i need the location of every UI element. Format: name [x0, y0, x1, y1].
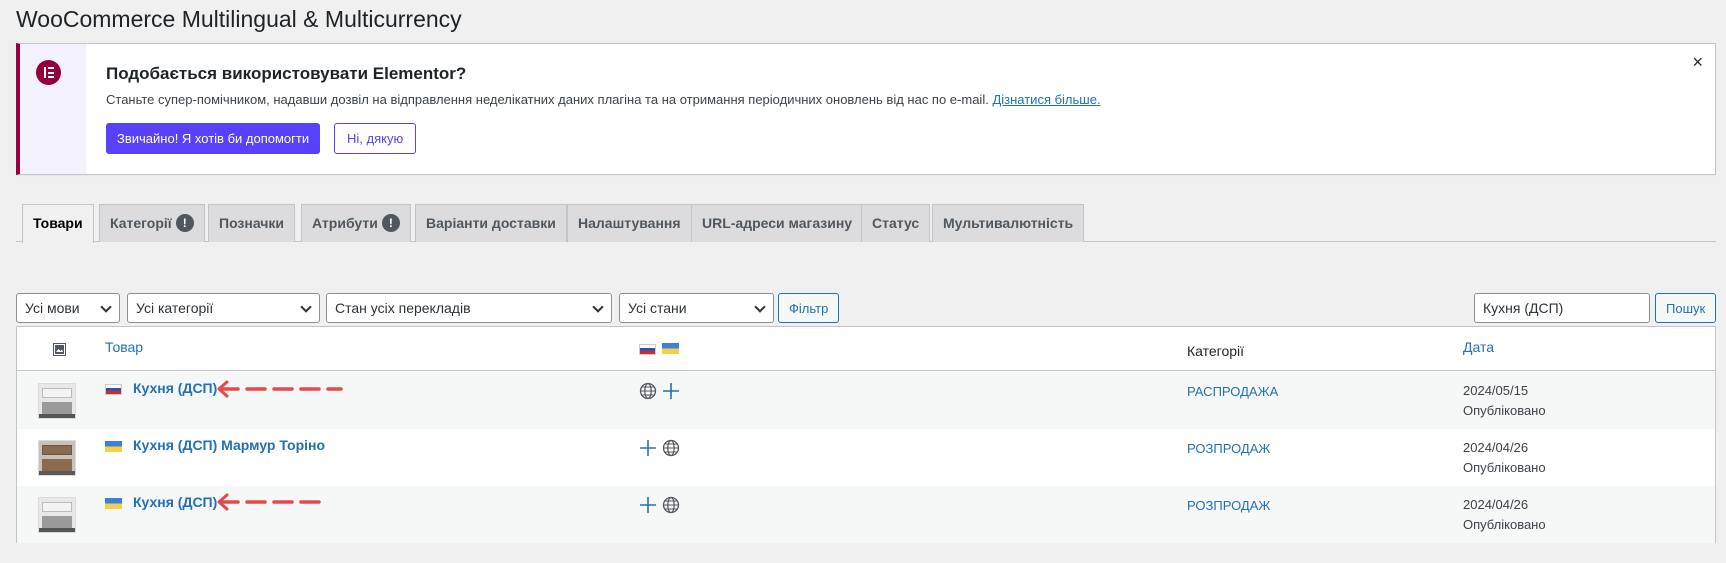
page-title: WooCommerce Multilingual & Multicurrency — [16, 6, 462, 32]
products-table: Товар Категорії Дата Кухня (ДСП) РАСПРОД… — [16, 326, 1716, 543]
status-select[interactable]: Усі стани — [619, 293, 774, 323]
tab-shipping-options[interactable]: Варіанти доставки — [415, 204, 567, 242]
product-link[interactable]: Кухня (ДСП) — [133, 494, 217, 510]
chevron-down-icon — [592, 301, 604, 313]
warning-badge: ! — [175, 214, 194, 233]
table-row: Кухня (ДСП) РОЗПРОДАЖ 2024/04/26 Опублік… — [17, 486, 1715, 543]
flag-ru-icon — [639, 344, 656, 355]
product-thumbnail — [38, 440, 76, 476]
table-row: Кухня (ДСП) РАСПРОДАЖА 2024/05/15 Опублі… — [17, 372, 1715, 429]
category-link[interactable]: РАСПРОДАЖА — [1187, 384, 1278, 399]
language-select[interactable]: Усі мови — [16, 293, 120, 323]
close-icon[interactable]: × — [1692, 52, 1703, 73]
category-select[interactable]: Усі категорії — [127, 293, 320, 323]
notice-icon-column — [20, 44, 86, 174]
chevron-down-icon — [754, 301, 766, 313]
tab-bar: Товари Категорії! Позначки Атрибути! Вар… — [16, 204, 1716, 243]
notice-text: Станьте супер-помічником, надавши дозвіл… — [106, 92, 1101, 107]
column-product[interactable]: Товар — [105, 339, 143, 355]
date-cell: 2024/04/26 Опубліковано — [1463, 497, 1546, 532]
image-icon — [53, 343, 66, 356]
agree-button[interactable]: Звичайно! Я хотів би допомогти — [106, 123, 321, 154]
tab-products[interactable]: Товари — [22, 204, 94, 243]
annotation-arrow-icon — [217, 380, 343, 398]
tab-tags[interactable]: Позначки — [208, 204, 296, 242]
category-link[interactable]: РОЗПРОДАЖ — [1187, 441, 1270, 456]
chevron-down-icon — [100, 301, 112, 313]
translation-status-select[interactable]: Стан усіх перекладів — [326, 293, 612, 323]
product-thumbnail — [38, 497, 76, 533]
product-thumbnail — [38, 383, 76, 419]
learn-more-link[interactable]: Дізнатися більше. — [992, 92, 1100, 107]
plus-icon[interactable] — [639, 496, 657, 514]
table-row: Кухня (ДСП) Мармур Торіно РОЗПРОДАЖ 2024… — [17, 429, 1715, 486]
flag-ua-icon — [662, 343, 679, 354]
tab-store-urls[interactable]: URL-адреси магазину — [691, 204, 864, 242]
notice-body: Станьте супер-помічником, надавши дозвіл… — [106, 92, 989, 107]
globe-icon[interactable] — [662, 496, 680, 514]
search-button[interactable]: Пошук — [1655, 293, 1717, 323]
filter-button[interactable]: Фільтр — [778, 293, 840, 323]
category-link[interactable]: РОЗПРОДАЖ — [1187, 498, 1270, 513]
tab-categories[interactable]: Категорії! — [99, 204, 205, 242]
chevron-down-icon — [300, 301, 312, 313]
globe-icon[interactable] — [662, 439, 680, 457]
annotation-arrow-icon — [217, 493, 323, 511]
warning-badge: ! — [381, 214, 400, 233]
tab-multicurrency[interactable]: Мультивалютність — [932, 204, 1085, 242]
tab-attributes[interactable]: Атрибути! — [301, 204, 411, 242]
column-date[interactable]: Дата — [1463, 339, 1494, 355]
decline-button[interactable]: Ні, дякую — [334, 123, 417, 154]
tab-settings[interactable]: Налаштування — [567, 204, 692, 242]
date-cell: 2024/04/26 Опубліковано — [1463, 440, 1546, 475]
product-link[interactable]: Кухня (ДСП) — [133, 380, 217, 396]
search-input[interactable] — [1474, 293, 1650, 323]
flag-ru-icon — [105, 384, 122, 395]
elementor-logo-icon — [36, 60, 61, 85]
tab-status[interactable]: Статус — [861, 204, 931, 242]
plus-icon[interactable] — [639, 439, 657, 457]
flag-ua-icon — [105, 498, 122, 509]
date-cell: 2024/05/15 Опубліковано — [1463, 383, 1546, 418]
notice-title: Подобається використовувати Elementor? — [106, 64, 467, 83]
table-header: Товар Категорії Дата — [17, 327, 1715, 371]
elementor-notice: Подобається використовувати Elementor? С… — [16, 43, 1716, 175]
plus-icon[interactable] — [662, 382, 680, 400]
column-categories: Категорії — [1187, 343, 1245, 359]
flag-ua-icon — [105, 441, 122, 452]
globe-icon[interactable] — [639, 382, 657, 400]
product-link[interactable]: Кухня (ДСП) Мармур Торіно — [133, 437, 325, 453]
